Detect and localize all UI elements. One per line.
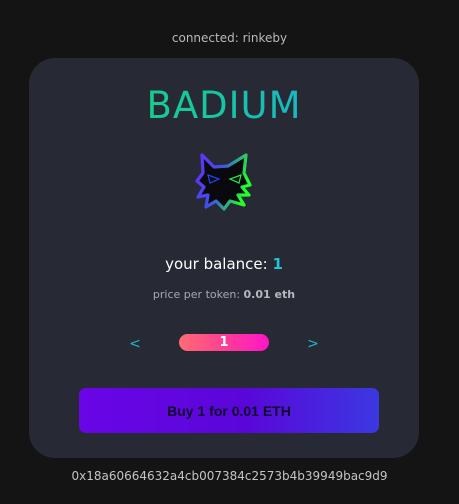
balance-value: 1 [272, 255, 283, 273]
price-line: price per token: 0.01 eth [29, 288, 419, 301]
price-label: price per token: [152, 288, 244, 301]
cat-head-icon [195, 153, 252, 211]
quantity-display[interactable]: 1 [179, 334, 269, 351]
balance-line: your balance: 1 [29, 255, 419, 273]
balance-label: your balance: [165, 255, 273, 273]
decrement-button[interactable]: < [125, 334, 145, 354]
increment-button[interactable]: > [303, 334, 323, 354]
wallet-address: 0x18a60664632a4cb007384c2573b4b39949bac9… [71, 469, 388, 483]
price-value: 0.01 eth [243, 288, 296, 301]
brand-title: BADIUM [29, 84, 419, 127]
buy-button[interactable]: Buy 1 for 0.01 ETH [79, 388, 379, 433]
mint-card: BADIUM your balance: 1 price per token: … [29, 58, 419, 458]
network-status: connected: rinkeby [171, 31, 288, 45]
